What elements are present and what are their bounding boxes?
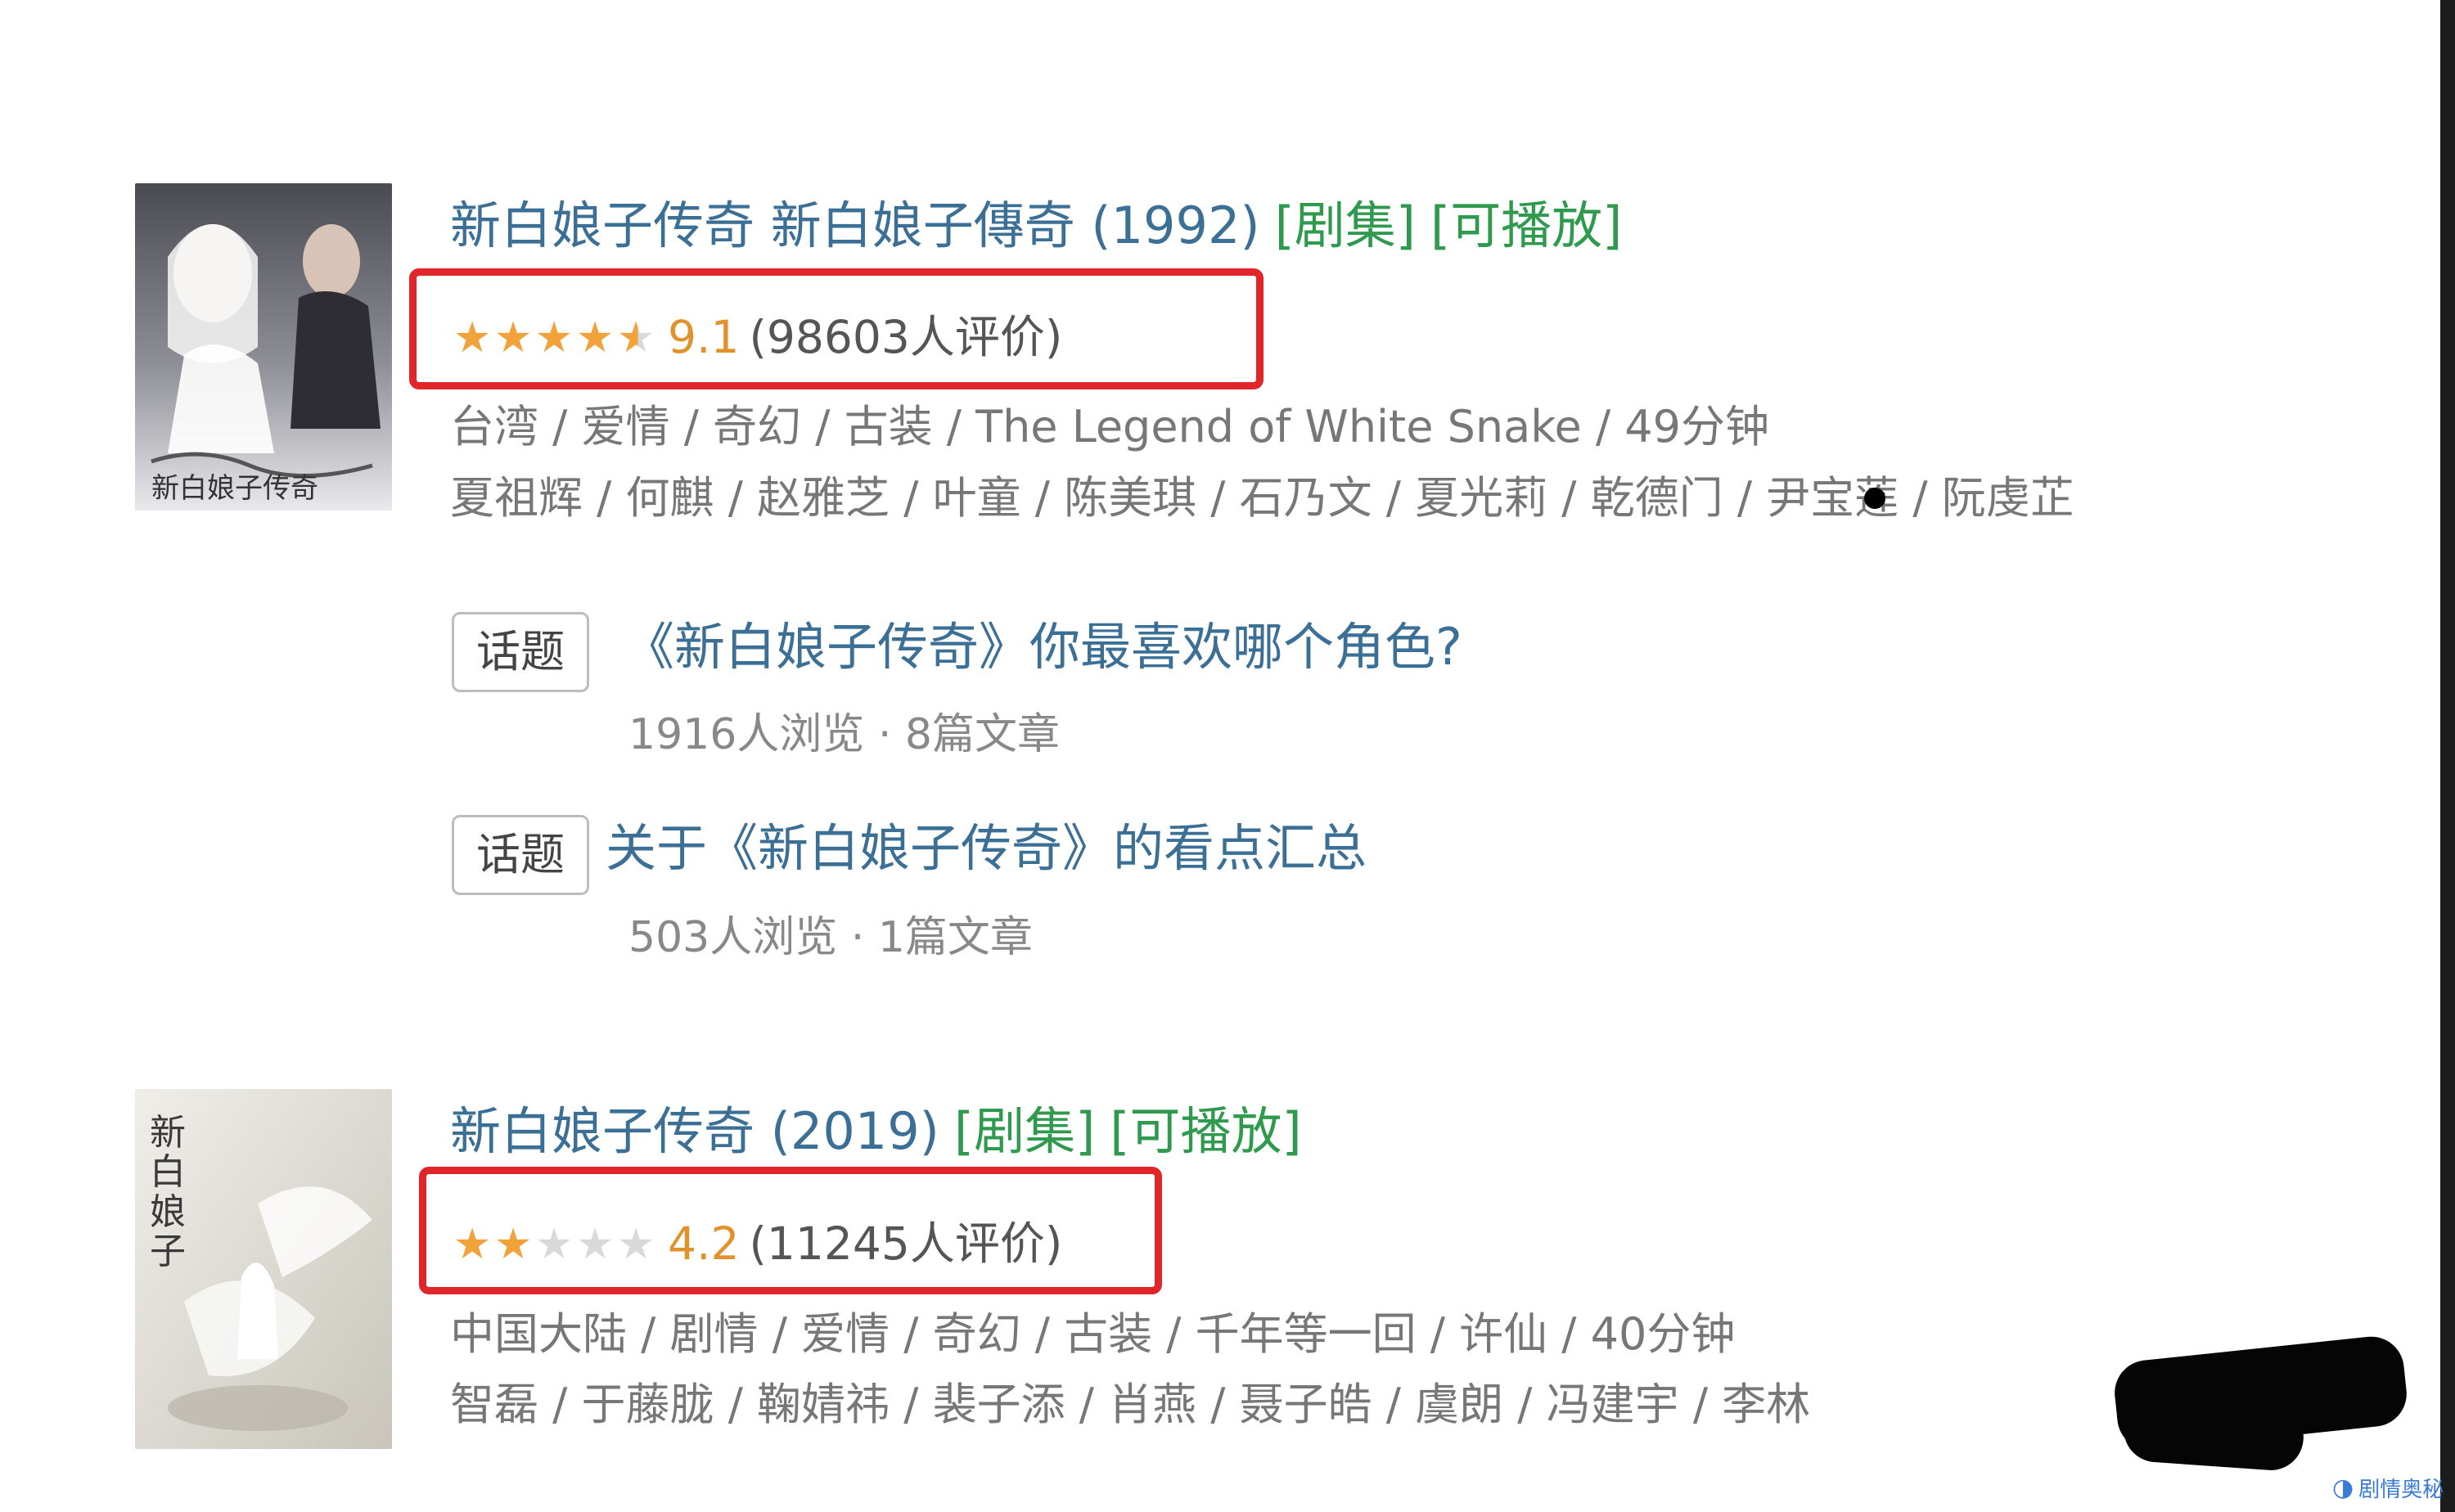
meta-line-2: 中国大陆 / 剧情 / 爱情 / 奇幻 / 古装 / 千年等一回 / 许仙 / … — [450, 1308, 1736, 1360]
topic-title-1[interactable]: 《新白娘子传奇》你最喜欢哪个角色? — [624, 622, 1462, 673]
poster-1[interactable]: 新白娘子传奇 — [135, 183, 392, 511]
topic-stats-2: 503人浏览 · 1篇文章 — [628, 913, 1033, 962]
highlight-box-1 — [409, 268, 1264, 389]
window-edge — [2440, 0, 2455, 1512]
title-text[interactable]: 新白娘子传奇 新白娘子傳奇 (1992) — [450, 196, 1260, 255]
topic-stats-1: 1916人浏览 · 8篇文章 — [628, 710, 1061, 759]
watermark: ◑ 剧情奥秘 — [2332, 1473, 2444, 1503]
cast-line-2: 智磊 / 于藤胧 / 鞠婧祎 / 裴子添 / 肖燕 / 聂子皓 / 虞朗 / 冯… — [450, 1379, 1811, 1430]
topic-badge-2[interactable]: 话题 — [452, 815, 589, 895]
highlight-box-2 — [419, 1167, 1162, 1294]
poster-1-caption: 新白娘子传奇 — [151, 472, 318, 505]
poster-2[interactable]: 新白娘子 — [135, 1089, 392, 1449]
watermark-logo-icon: ◑ — [2332, 1474, 2354, 1502]
result-item-2: 新白娘子 新白娘子传奇 (2019) [剧集] [可播放] ★ ★ ★ ★ ★ 4.… — [0, 1064, 2410, 1512]
topic-title-2[interactable]: 关于《新白娘子传奇》的看点汇总 — [606, 823, 1367, 874]
redaction-mark — [2121, 1394, 2306, 1473]
tag-playable[interactable]: [可播放] — [1430, 196, 1622, 255]
result-title-1[interactable]: 新白娘子传奇 新白娘子傳奇 (1992) [剧集] [可播放] — [450, 200, 1622, 251]
meta-line-1: 台湾 / 爱情 / 奇幻 / 古装 / The Legend of White … — [450, 401, 1770, 452]
watermark-text: 剧情奥秘 — [2358, 1478, 2444, 1502]
topic-badge-1[interactable]: 话题 — [452, 612, 589, 692]
tag-series[interactable]: [剧集] — [954, 1101, 1095, 1161]
tag-series[interactable]: [剧集] — [1275, 196, 1416, 255]
cast-line-1: 夏祖辉 / 何麒 / 赵雅芝 / 叶童 / 陈美琪 / 石乃文 / 夏光莉 / … — [450, 472, 2074, 524]
result-item-1: 新白娘子传奇 新白娘子传奇 新白娘子傳奇 (1992) [剧集] [可播放] ★ ★… — [0, 0, 2373, 1064]
tag-playable[interactable]: [可播放] — [1110, 1101, 1301, 1161]
artifact-dot — [1864, 488, 1885, 509]
poster-1-image — [135, 183, 392, 511]
result-title-2[interactable]: 新白娘子传奇 (2019) [剧集] [可播放] — [450, 1106, 1302, 1157]
poster-2-caption: 新白娘子 — [150, 1112, 186, 1273]
title-text[interactable]: 新白娘子传奇 (2019) — [450, 1101, 939, 1161]
